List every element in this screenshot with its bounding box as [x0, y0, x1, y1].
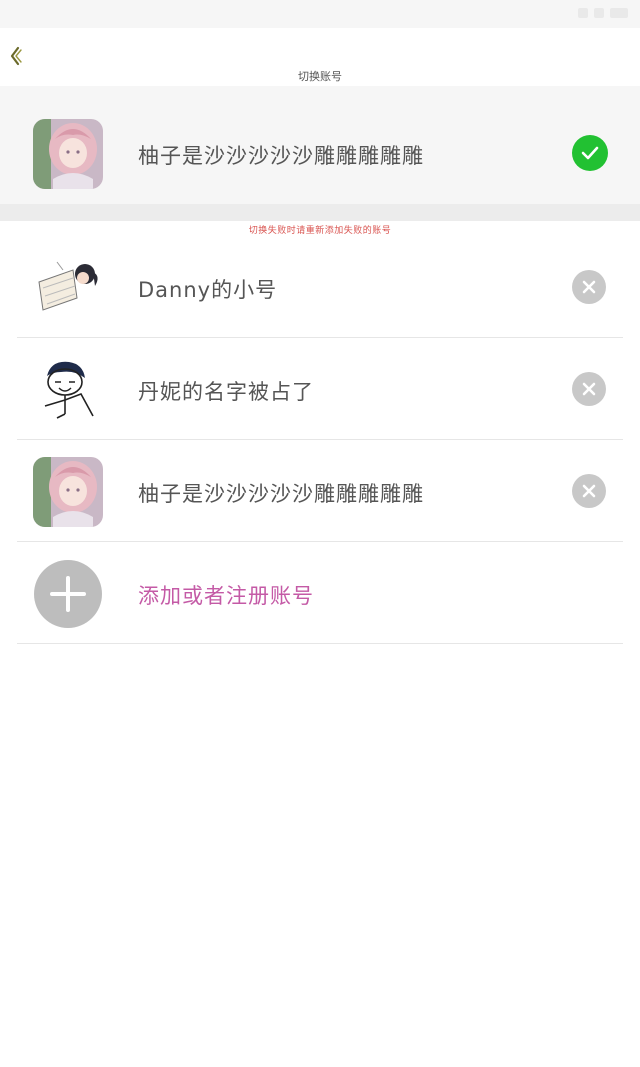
avatar-anime-girl-icon — [33, 457, 103, 527]
remove-account-button[interactable] — [572, 270, 606, 304]
page-title: 切换账号 — [298, 70, 342, 83]
add-account-row[interactable]: 添加或者注册账号 — [17, 542, 623, 644]
check-icon — [581, 146, 599, 160]
account-row[interactable]: Danny的小号 — [17, 236, 623, 338]
current-account-name: 柚子是沙沙沙沙沙雕雕雕雕雕 — [138, 144, 424, 168]
current-account[interactable]: 柚子是沙沙沙沙沙雕雕雕雕雕 — [0, 86, 640, 204]
avatar-sketch-girl-icon — [33, 252, 103, 322]
plus-icon — [50, 576, 86, 612]
account-row[interactable]: 丹妮的名字被占了 — [17, 338, 623, 440]
account-name: 柚子是沙沙沙沙沙雕雕雕雕雕 — [138, 482, 424, 506]
account-name: Danny的小号 — [138, 278, 278, 302]
avatar-stickman-icon — [33, 354, 103, 424]
battery-icon — [610, 8, 628, 18]
selected-indicator — [572, 135, 608, 171]
close-icon — [582, 484, 596, 498]
add-account-label: 添加或者注册账号 — [138, 584, 314, 608]
close-icon — [582, 280, 596, 294]
header: 切换账号 — [0, 28, 640, 86]
back-button[interactable] — [4, 42, 28, 70]
account-name: 丹妮的名字被占了 — [138, 380, 314, 404]
account-row[interactable]: 柚子是沙沙沙沙沙雕雕雕雕雕 — [17, 440, 623, 542]
chevron-left-icon — [10, 46, 22, 66]
avatar-anime-girl-icon — [33, 119, 103, 189]
avatar — [33, 119, 103, 189]
switch-hint: 切换失败时请重新添加失败的账号 — [248, 226, 392, 236]
section-divider — [0, 204, 640, 221]
add-account-button[interactable] — [34, 560, 102, 628]
remove-account-button[interactable] — [572, 474, 606, 508]
avatar — [33, 252, 103, 322]
close-icon — [582, 382, 596, 396]
signal-icon — [578, 8, 588, 18]
remove-account-button[interactable] — [572, 372, 606, 406]
status-bar — [0, 0, 640, 28]
avatar — [33, 457, 103, 527]
avatar — [33, 354, 103, 424]
status-icons — [578, 8, 628, 20]
wifi-icon — [594, 8, 604, 18]
